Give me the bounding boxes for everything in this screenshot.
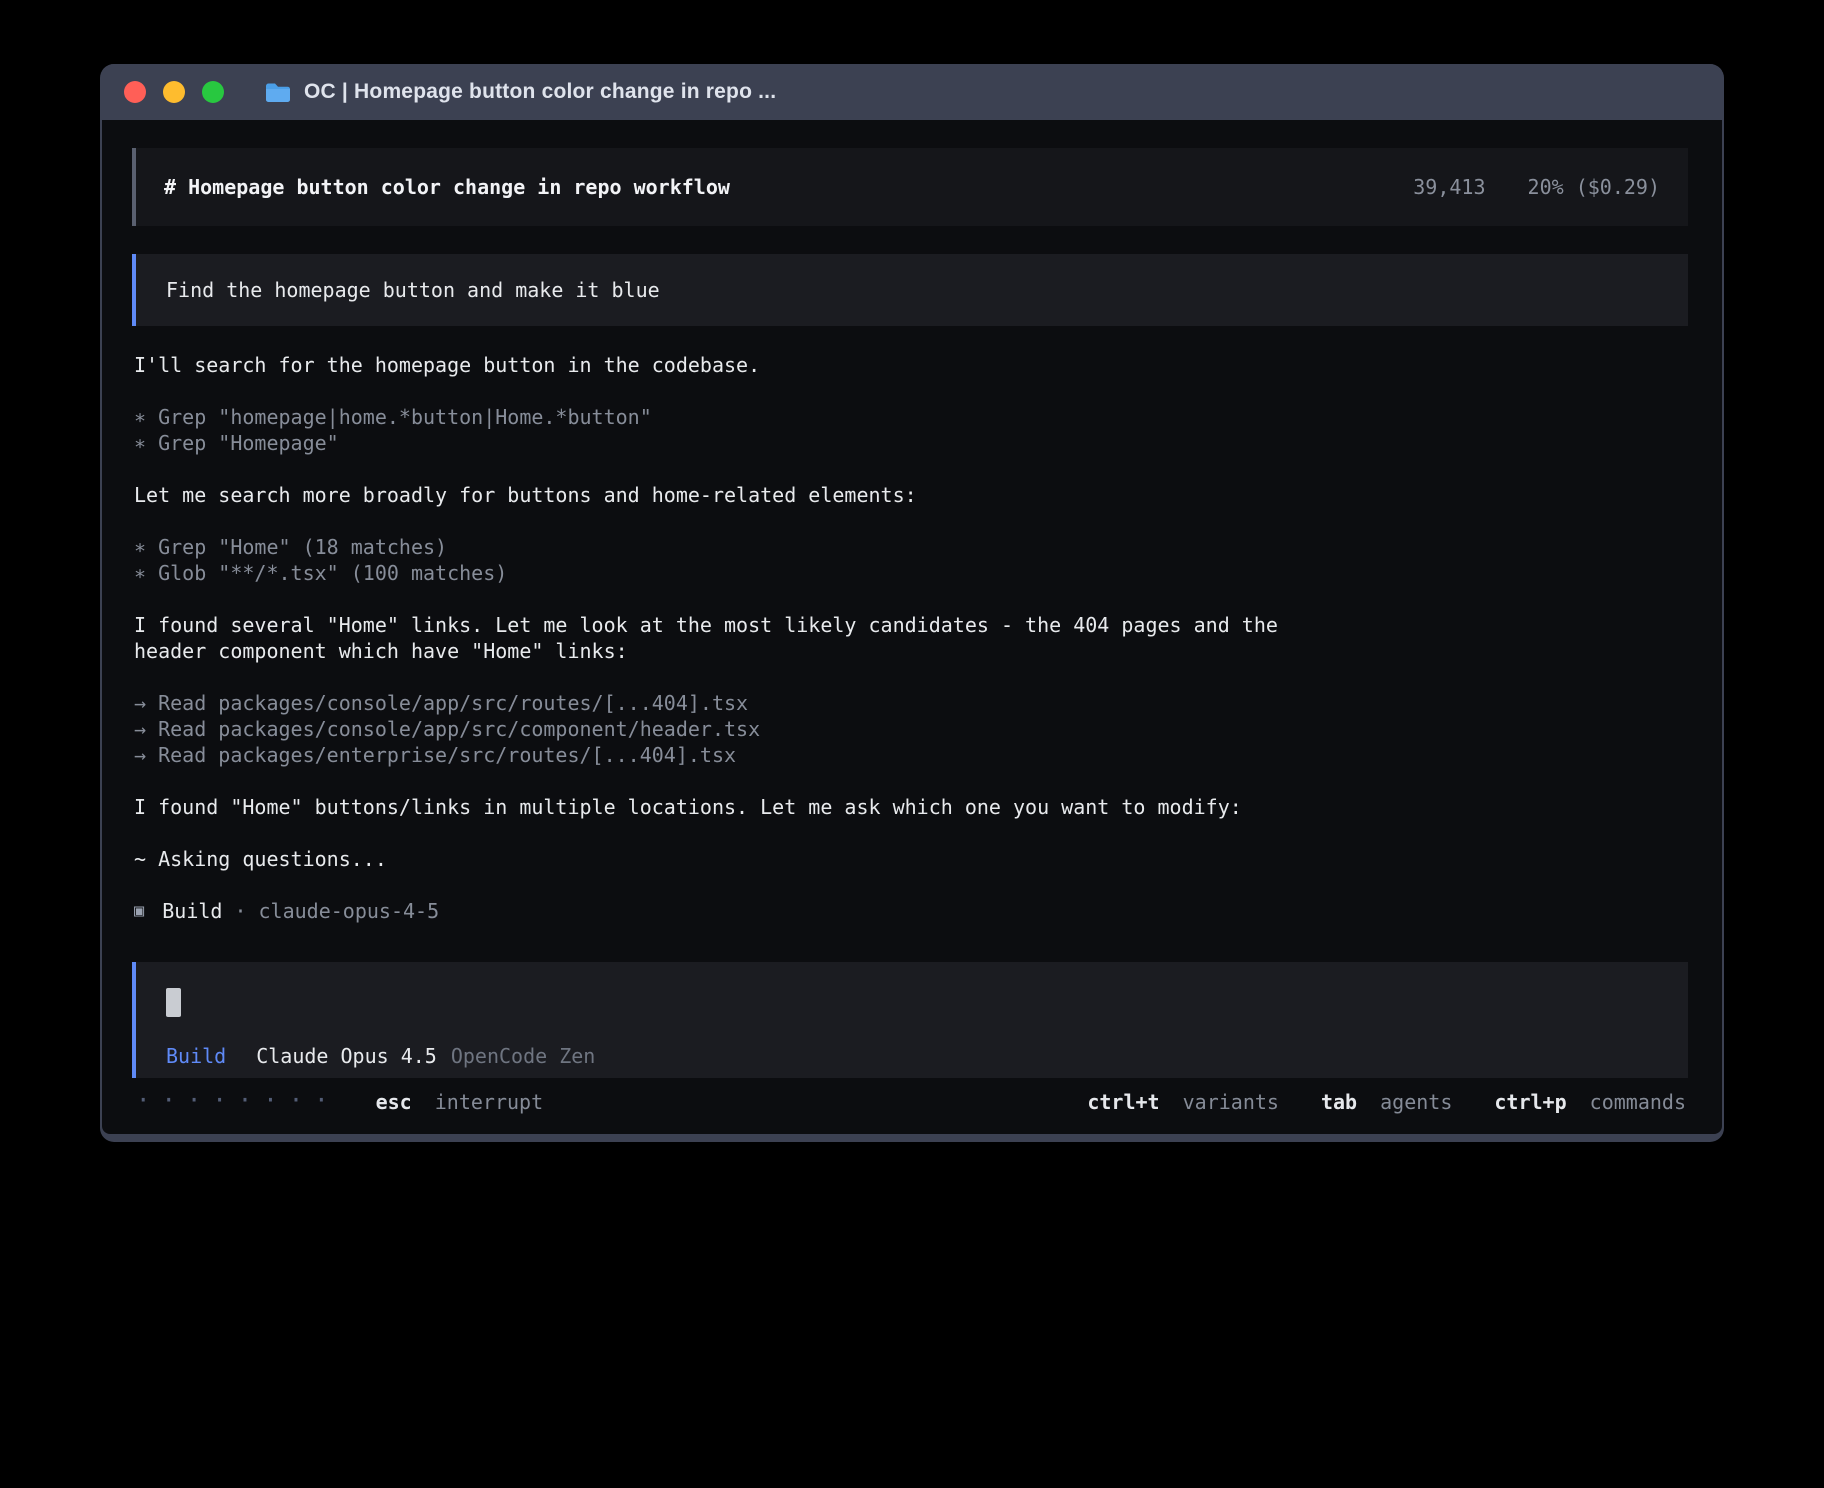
asking-questions-status: ~ Asking questions... xyxy=(134,846,1688,872)
tool-call-group: → Read packages/console/app/src/routes/[… xyxy=(134,690,1688,768)
agent-separator: · xyxy=(234,898,246,924)
token-count: 39,413 xyxy=(1413,175,1485,199)
user-message: Find the homepage button and make it blu… xyxy=(132,254,1688,326)
agent-name: Build xyxy=(162,898,222,924)
statusbar-shortcuts: ctrl+t variants tab agents ctrl+p comman… xyxy=(1045,1090,1686,1114)
shortcut-label: variants xyxy=(1183,1090,1279,1114)
shortcut-commands: ctrl+p commands xyxy=(1494,1090,1686,1114)
session-meta: 39,413 20% ($0.29) xyxy=(1413,174,1660,200)
tool-call-group: ∗ Grep "Home" (18 matches) ∗ Glob "**/*.… xyxy=(134,534,1688,586)
provider-indicator: OpenCode Zen xyxy=(451,1043,596,1069)
titlebar: OC | Homepage button color change in rep… xyxy=(102,64,1722,120)
shortcut-key: ctrl+p xyxy=(1494,1090,1566,1114)
context-usage: 20% ($0.29) xyxy=(1528,175,1660,199)
status-bar: ········ esc interrupt ctrl+t variants t… xyxy=(102,1078,1722,1134)
shortcut-label: agents xyxy=(1380,1090,1452,1114)
shortcut-variants: ctrl+t variants xyxy=(1087,1090,1279,1114)
model-indicator: Claude Opus 4.5 xyxy=(256,1043,437,1069)
assistant-paragraph: I'll search for the homepage button in t… xyxy=(134,352,1349,378)
agent-row: ▣ Build · claude-opus-4-5 xyxy=(134,898,1688,924)
agent-icon: ▣ xyxy=(134,898,144,924)
shortcut-label: interrupt xyxy=(435,1090,543,1114)
tool-call-grep: ∗ Grep "homepage|home.*button|Home.*butt… xyxy=(134,404,1688,430)
shortcut-agents: tab agents xyxy=(1321,1090,1452,1114)
shortcut-key: esc xyxy=(376,1090,412,1114)
tool-call-read: → Read packages/console/app/src/componen… xyxy=(134,716,1688,742)
assistant-paragraph: I found "Home" buttons/links in multiple… xyxy=(134,794,1349,820)
session-header: # Homepage button color change in repo w… xyxy=(132,148,1688,226)
close-button[interactable] xyxy=(124,81,146,103)
assistant-paragraph: I found several "Home" links. Let me loo… xyxy=(134,612,1349,664)
mode-indicator: Build xyxy=(166,1043,226,1069)
terminal-content: # Homepage button color change in repo w… xyxy=(102,120,1722,1134)
text-cursor xyxy=(166,988,181,1017)
window-title: OC | Homepage button color change in rep… xyxy=(304,80,776,104)
zoom-button[interactable] xyxy=(202,81,224,103)
tool-call-read: → Read packages/enterprise/src/routes/[.… xyxy=(134,742,1688,768)
folder-icon xyxy=(264,81,292,104)
traffic-lights xyxy=(124,81,224,103)
tool-call-read: → Read packages/console/app/src/routes/[… xyxy=(134,690,1688,716)
spinner-dots: ········ xyxy=(136,1086,340,1114)
shortcut-key: tab xyxy=(1321,1090,1357,1114)
shortcut-key: ctrl+t xyxy=(1087,1090,1159,1114)
terminal-window: OC | Homepage button color change in rep… xyxy=(100,64,1724,1142)
shortcut-interrupt: esc interrupt xyxy=(376,1090,544,1114)
agent-model: claude-opus-4-5 xyxy=(259,898,440,924)
shortcut-label: commands xyxy=(1590,1090,1686,1114)
tool-call-grep: ∗ Grep "Home" (18 matches) xyxy=(134,534,1688,560)
tool-call-group: ∗ Grep "homepage|home.*button|Home.*butt… xyxy=(134,404,1688,456)
input-footer: Build Claude Opus 4.5 OpenCode Zen xyxy=(166,1043,1660,1069)
session-title: # Homepage button color change in repo w… xyxy=(164,174,730,200)
tool-call-grep: ∗ Grep "Homepage" xyxy=(134,430,1688,456)
conversation-scroll: # Homepage button color change in repo w… xyxy=(102,120,1722,1078)
prompt-input[interactable]: Build Claude Opus 4.5 OpenCode Zen xyxy=(132,962,1688,1078)
tool-call-glob: ∗ Glob "**/*.tsx" (100 matches) xyxy=(134,560,1688,586)
assistant-paragraph: Let me search more broadly for buttons a… xyxy=(134,482,1349,508)
minimize-button[interactable] xyxy=(163,81,185,103)
user-message-text: Find the homepage button and make it blu… xyxy=(166,278,660,302)
